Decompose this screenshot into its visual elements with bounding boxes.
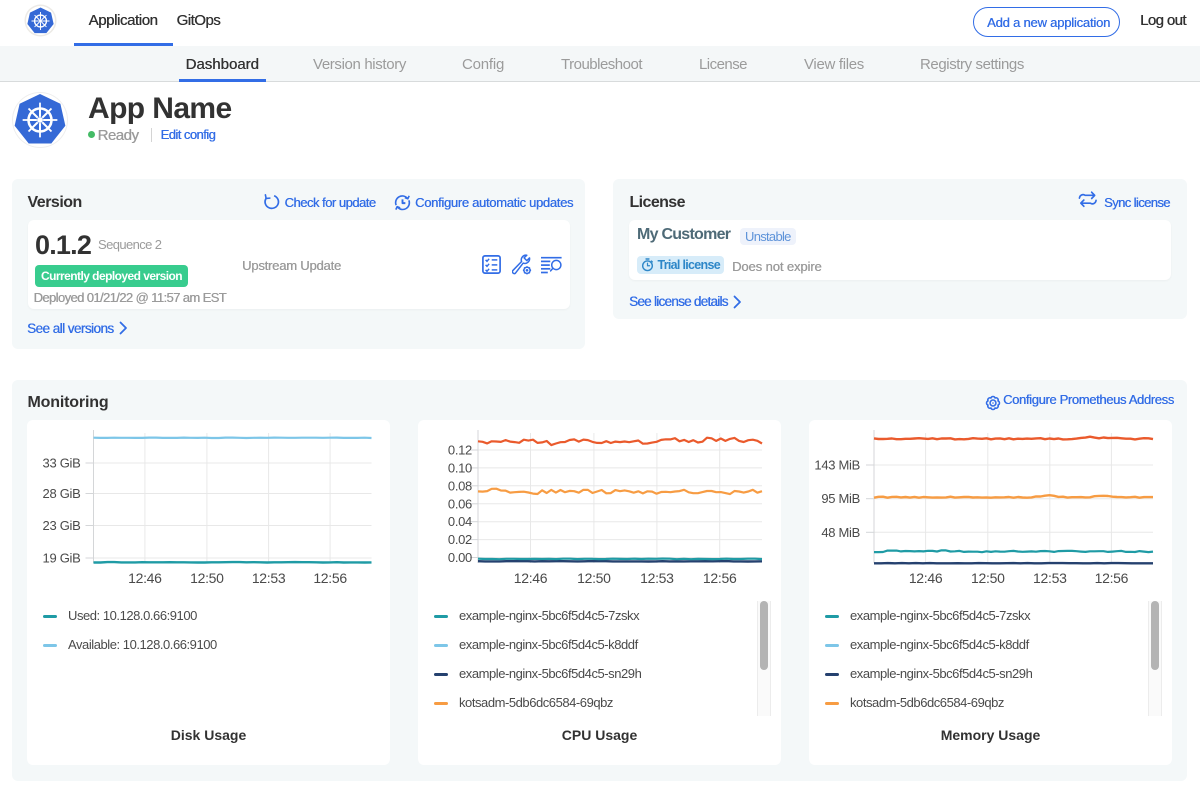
svg-text:28 GiB: 28 GiB — [43, 486, 81, 501]
svg-text:19 GiB: 19 GiB — [43, 551, 81, 566]
svg-text:12:53: 12:53 — [640, 570, 674, 586]
svg-text:0.06: 0.06 — [448, 496, 472, 511]
svg-text:48 MiB: 48 MiB — [821, 525, 860, 540]
svg-text:95 MiB: 95 MiB — [821, 491, 860, 506]
svg-text:12:56: 12:56 — [313, 570, 347, 586]
svg-text:12:53: 12:53 — [1033, 570, 1067, 586]
svg-text:12:50: 12:50 — [971, 570, 1005, 586]
svg-text:12:46: 12:46 — [909, 570, 943, 586]
svg-text:0.04: 0.04 — [448, 514, 472, 529]
svg-text:0.12: 0.12 — [448, 443, 472, 458]
svg-text:12:46: 12:46 — [514, 570, 548, 586]
svg-text:0.00: 0.00 — [448, 550, 472, 565]
svg-text:12:56: 12:56 — [1095, 570, 1129, 586]
svg-text:12:46: 12:46 — [128, 570, 162, 586]
svg-text:0.08: 0.08 — [448, 478, 472, 493]
svg-text:143 MiB: 143 MiB — [814, 458, 860, 473]
svg-text:12:50: 12:50 — [190, 570, 224, 586]
svg-text:12:50: 12:50 — [577, 570, 611, 586]
svg-text:12:53: 12:53 — [252, 570, 286, 586]
svg-text:33 GiB: 33 GiB — [43, 456, 81, 471]
svg-text:0.02: 0.02 — [448, 532, 472, 547]
svg-text:23 GiB: 23 GiB — [43, 518, 81, 533]
svg-text:12:56: 12:56 — [703, 570, 737, 586]
svg-text:0.10: 0.10 — [448, 460, 472, 475]
